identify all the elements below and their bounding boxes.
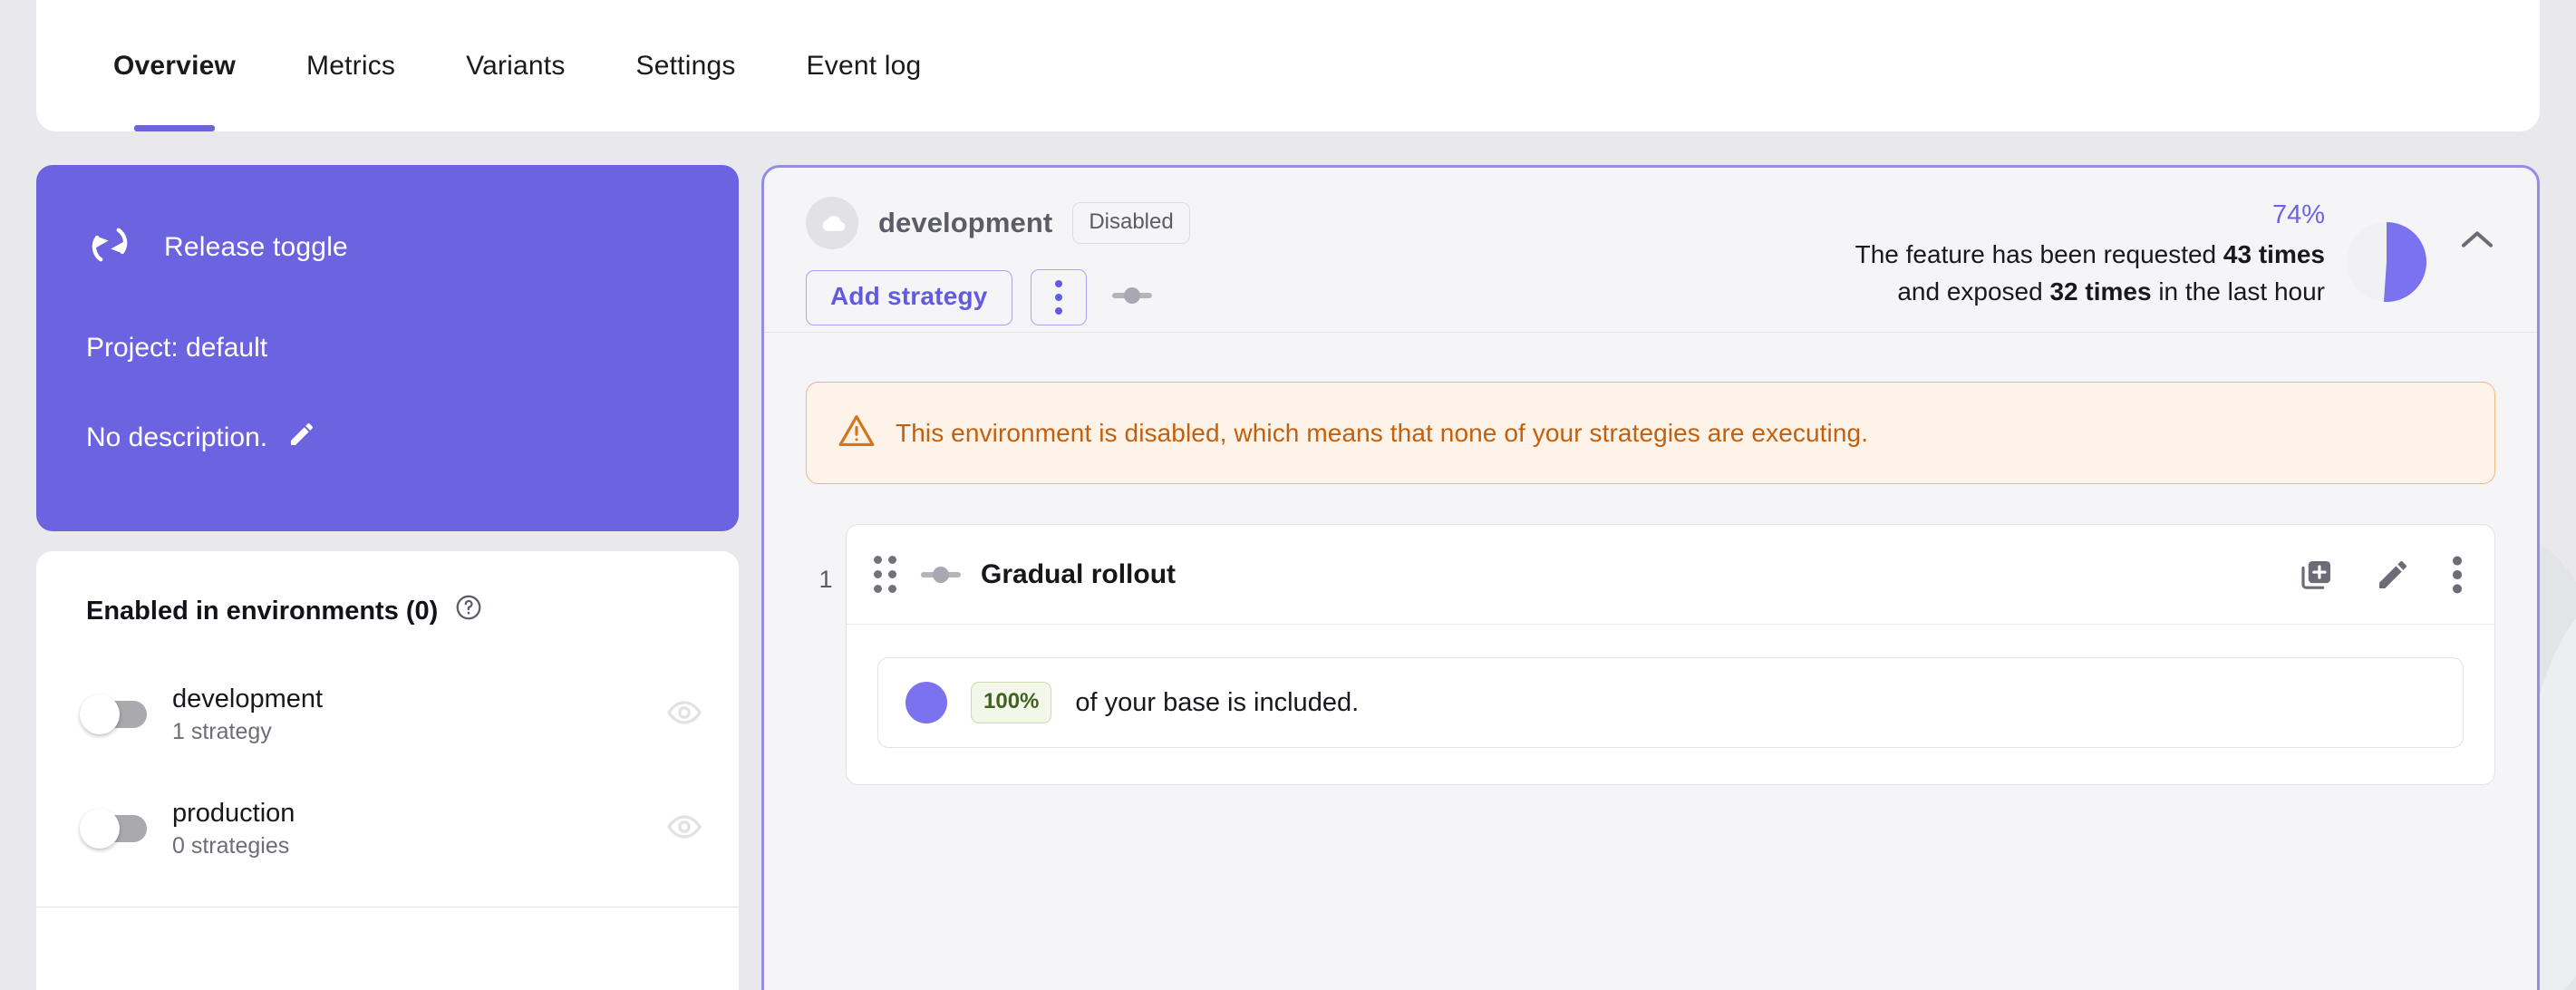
enabled-environments-title-text: Enabled in environments (0): [86, 597, 438, 626]
tab-overview[interactable]: Overview: [104, 0, 245, 131]
description-line: No description.: [86, 420, 689, 456]
strategy-toggle-icon-environment[interactable]: [1112, 285, 1152, 311]
environment-name-development: development: [172, 684, 666, 714]
description-text: No description.: [86, 422, 267, 453]
toggle-switch-development[interactable]: [80, 694, 147, 734]
tab-variants-label: Variants: [466, 51, 565, 82]
metrics-exposed-count: 32 times: [2049, 277, 2151, 306]
environment-strategies-production: 0 strategies: [172, 833, 666, 859]
tab-event-log-label: Event log: [807, 51, 922, 82]
vertical-dots-icon-strategy[interactable]: [2451, 556, 2464, 594]
strategy-list: 1 Gradual rollout: [806, 524, 2495, 785]
pencil-icon[interactable]: [287, 420, 316, 456]
metrics-sentence-part-0: The feature has been requested: [1855, 240, 2223, 268]
card-footer-space: [36, 908, 739, 947]
exposure-pie-chart: [2347, 222, 2426, 306]
copy-add-icon[interactable]: [2299, 557, 2335, 593]
enabled-environments-card: Enabled in environments (0) development …: [36, 551, 739, 990]
strategy-body: 100% of your base is included.: [847, 625, 2494, 784]
chevron-up-icon[interactable]: [2459, 228, 2495, 256]
tab-metrics-label: Metrics: [306, 51, 395, 82]
drag-grip-icon[interactable]: [874, 556, 901, 593]
warning-triangle-icon: [838, 412, 876, 454]
enabled-environments-title: Enabled in environments (0): [36, 593, 739, 629]
rollout-summary: 100% of your base is included.: [877, 657, 2464, 748]
tab-active-underline: [134, 125, 215, 131]
metrics-percent: 74%: [1806, 199, 2325, 231]
environment-panel-header: development Disabled Add strategy 74%: [764, 168, 2537, 333]
environment-name-production: production: [172, 798, 666, 829]
rollout-description: of your base is included.: [1075, 688, 1359, 718]
metrics-requested-count: 43 times: [2223, 240, 2325, 268]
cloud-icon: [806, 197, 858, 249]
strategy-card: Gradual rollout: [846, 524, 2495, 785]
tab-settings[interactable]: Settings: [627, 0, 745, 131]
strategy-index: 1: [806, 524, 846, 594]
strategy-toggle-icon: [921, 564, 961, 586]
eye-icon-production[interactable]: [666, 809, 702, 849]
eye-icon-development[interactable]: [666, 694, 702, 735]
tab-variants[interactable]: Variants: [457, 0, 574, 131]
project-line: Project: default: [86, 333, 689, 364]
release-toggle-icon: [86, 221, 133, 273]
tab-overview-label: Overview: [113, 51, 236, 82]
status-badge: Disabled: [1072, 202, 1189, 244]
strategy-header: Gradual rollout: [847, 525, 2494, 625]
environment-row-development: development 1 strategy: [36, 667, 739, 762]
metrics-sentence-part-2: and exposed: [1897, 277, 2049, 306]
environment-disabled-alert: This environment is disabled, which mean…: [806, 382, 2495, 484]
vertical-dots-icon-environment[interactable]: [1031, 269, 1087, 325]
toggle-type-card: Release toggle Project: default No descr…: [36, 165, 739, 531]
metrics-summary: 74% The feature has been requested 43 ti…: [1806, 188, 2495, 310]
tab-list: Overview Metrics Variants Settings Event…: [104, 0, 930, 131]
left-column: Release toggle Project: default No descr…: [36, 165, 739, 990]
alert-text: This environment is disabled, which mean…: [896, 419, 1868, 448]
pencil-icon-strategy[interactable]: [2375, 557, 2411, 593]
metrics-sentence-part-4: in the last hour: [2152, 277, 2325, 306]
metrics-text-wrap: 74% The feature has been requested 43 ti…: [1806, 188, 2325, 310]
rollout-dot-icon: [905, 682, 947, 723]
question-circle-icon[interactable]: [454, 593, 483, 629]
tab-event-log[interactable]: Event log: [798, 0, 931, 131]
tab-settings-label: Settings: [636, 51, 736, 82]
rollout-percentage-chip: 100%: [971, 682, 1051, 723]
metrics-sentence: The feature has been requested 43 times …: [1806, 237, 2325, 310]
environment-panel-name: development: [878, 207, 1052, 239]
toggle-type-header: Release toggle: [86, 221, 689, 273]
environment-toggle-list: development 1 strategy production: [36, 667, 739, 876]
strategy-actions: [2299, 556, 2464, 594]
environment-panel: development Disabled Add strategy 74%: [761, 165, 2540, 990]
environment-labels-development: development 1 strategy: [172, 684, 666, 744]
environment-labels-production: production 0 strategies: [172, 798, 666, 859]
toggle-type-label: Release toggle: [164, 232, 348, 263]
strategy-title: Gradual rollout: [981, 559, 1176, 590]
environment-strategies-development: 1 strategy: [172, 719, 666, 745]
environment-row-production: production 0 strategies: [36, 781, 739, 876]
toggle-switch-production[interactable]: [80, 809, 147, 849]
tab-metrics[interactable]: Metrics: [297, 0, 404, 131]
tab-bar: Overview Metrics Variants Settings Event…: [36, 0, 2540, 131]
add-strategy-button[interactable]: Add strategy: [806, 270, 1012, 325]
